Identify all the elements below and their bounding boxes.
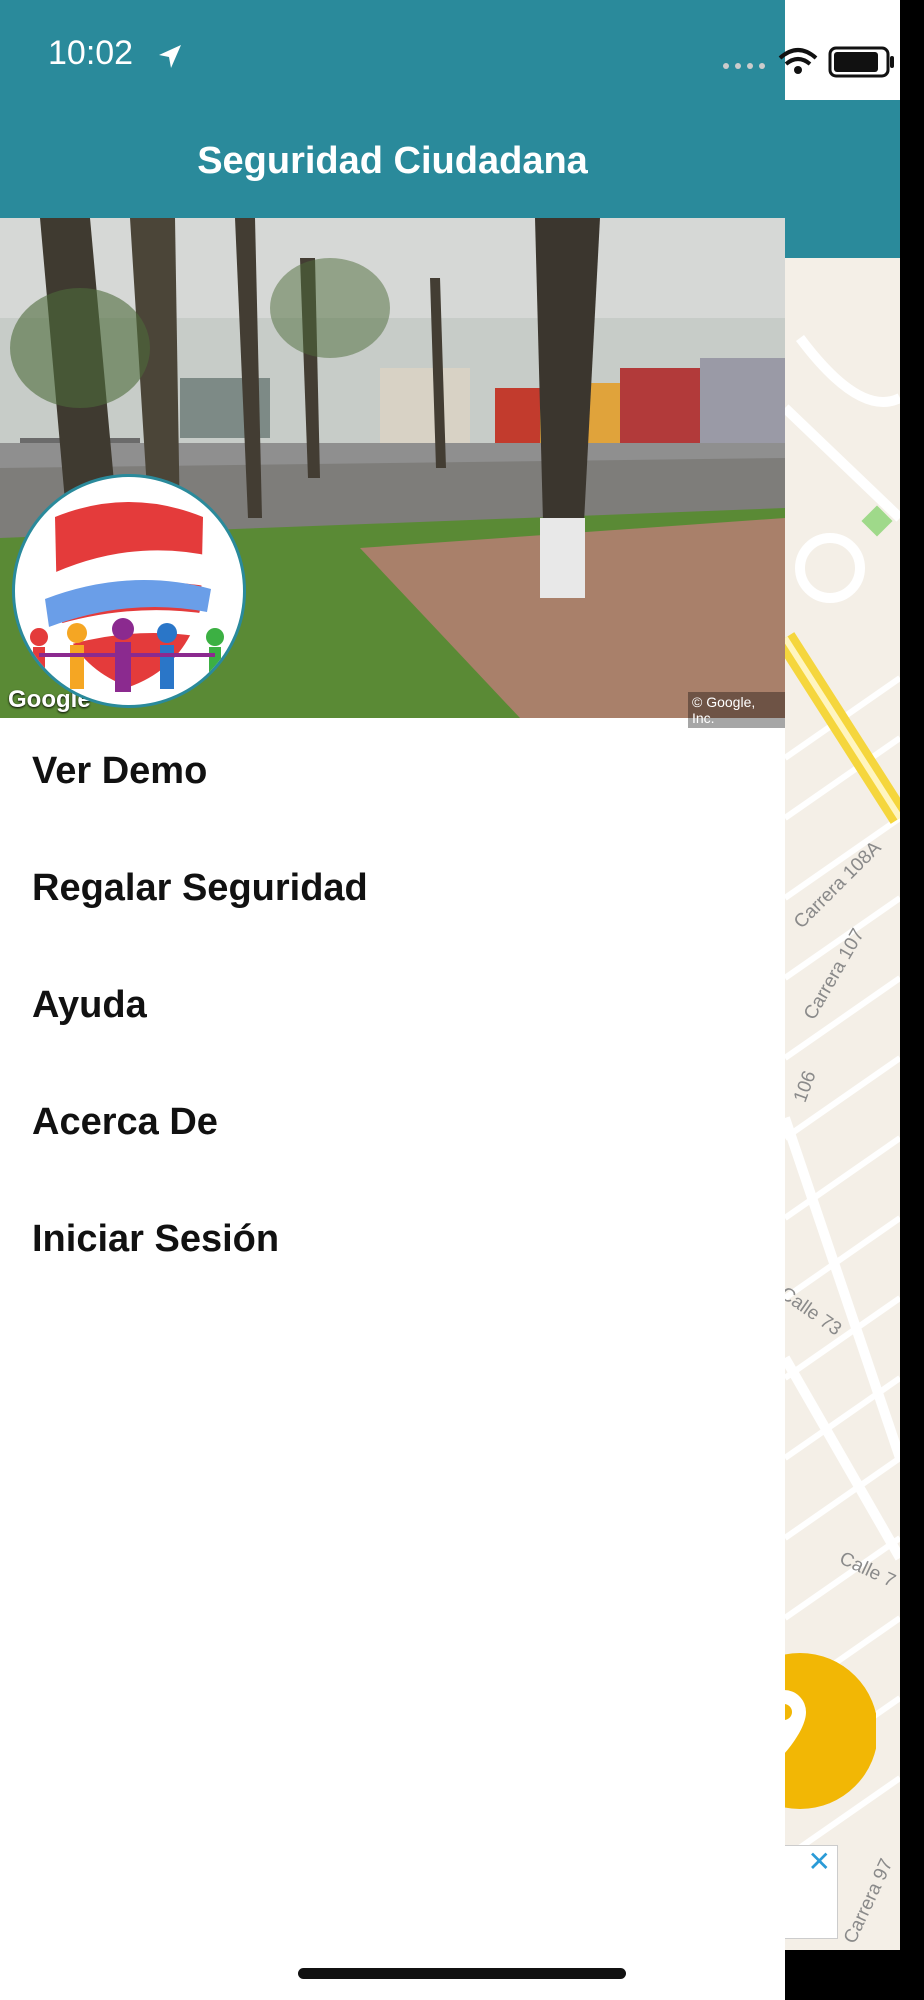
navigation-drawer: Seguridad Ciudadana Google © Google, Inc… [0, 0, 785, 2000]
menu-item-label: Ayuda [32, 984, 147, 1026]
menu-item-label: Regalar Seguridad [32, 867, 368, 909]
menu-item-iniciar-sesion[interactable]: Iniciar Sesión [0, 1186, 785, 1303]
home-indicator [298, 1968, 626, 1979]
menu-item-ayuda[interactable]: Ayuda [0, 952, 785, 1069]
menu-item-acerca-de[interactable]: Acerca De [0, 1069, 785, 1186]
menu-item-regalar-seguridad[interactable]: Regalar Seguridad [0, 835, 785, 952]
menu-item-label: Acerca De [32, 1101, 218, 1143]
app-logo [12, 474, 246, 708]
shield-people-icon [30, 502, 224, 692]
close-icon[interactable]: ✕ [808, 1848, 831, 1876]
drawer-header: Seguridad Ciudadana [0, 0, 785, 218]
menu-item-label: Ver Demo [32, 750, 208, 792]
drawer-menu: Ver Demo Regalar Seguridad Ayuda Acerca … [0, 718, 785, 1303]
drawer-title: Seguridad Ciudadana [197, 140, 588, 182]
menu-item-ver-demo[interactable]: Ver Demo [0, 718, 785, 835]
menu-item-label: Iniciar Sesión [32, 1218, 280, 1260]
